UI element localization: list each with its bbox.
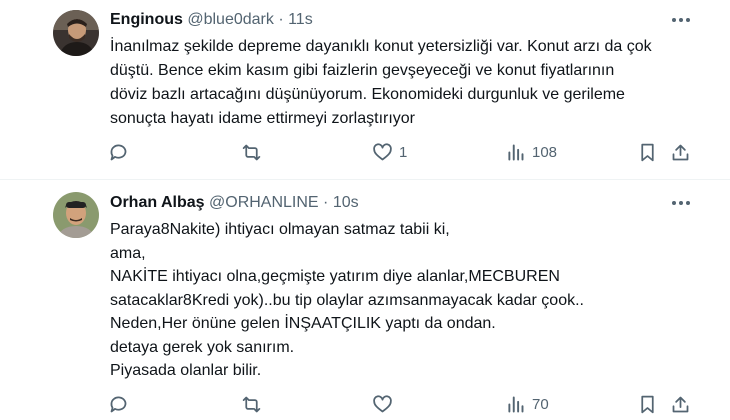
tweet-1[interactable]: Enginous @blue0dark · 11s İnanılmaz şeki…	[0, 0, 730, 178]
like-button[interactable]	[372, 392, 393, 416]
analytics-icon	[508, 396, 524, 412]
separator: ·	[278, 11, 284, 28]
share-icon	[672, 396, 689, 412]
avatar[interactable]	[53, 10, 99, 56]
reply-button[interactable]	[108, 392, 129, 416]
analytics-icon	[508, 144, 524, 160]
retweet-icon	[242, 144, 261, 160]
share-button[interactable]	[670, 140, 691, 164]
tweet-2[interactable]: Orhan Albaş @ORHANLINE · 10s Paraya8Naki…	[0, 180, 730, 420]
tweet-text: Paraya8Nakite) ihtiyacı olmayan satmaz t…	[110, 221, 584, 379]
more-icon	[672, 18, 690, 22]
timestamp[interactable]: 10s	[333, 194, 359, 211]
view-count: 108	[532, 143, 558, 161]
reply-icon	[110, 144, 127, 160]
reply-button[interactable]	[108, 140, 129, 164]
display-name[interactable]: Enginous	[110, 11, 183, 28]
avatar[interactable]	[53, 192, 99, 238]
bookmark-icon	[641, 143, 654, 161]
retweet-icon	[242, 396, 261, 412]
views-button[interactable]: 108	[505, 140, 557, 164]
user-handle[interactable]: @ORHANLINE	[209, 194, 319, 211]
share-icon	[672, 144, 689, 160]
display-name[interactable]: Orhan Albaş	[110, 194, 205, 211]
retweet-button[interactable]	[241, 392, 262, 416]
like-button[interactable]: 1	[372, 140, 407, 164]
tweet-actions: 70	[0, 392, 730, 416]
bookmark-button[interactable]	[637, 392, 658, 416]
bookmark-button[interactable]	[637, 140, 658, 164]
like-count: 1	[399, 143, 408, 161]
more-options-button[interactable]	[670, 193, 692, 213]
avatar-image	[53, 192, 99, 238]
avatar-image	[53, 10, 99, 56]
reply-icon	[110, 396, 127, 412]
tweet-text: İnanılmaz şekilde depreme dayanıklı konu…	[110, 38, 652, 127]
more-icon	[672, 201, 690, 205]
tweet-actions: 1 108	[0, 140, 730, 164]
heart-icon	[373, 395, 392, 412]
tweet-header: Enginous @blue0dark · 11s	[110, 11, 313, 29]
view-count: 70	[532, 395, 549, 413]
tweet-header: Orhan Albaş @ORHANLINE · 10s	[110, 194, 359, 212]
user-handle[interactable]: @blue0dark	[187, 11, 274, 28]
share-button[interactable]	[670, 392, 691, 416]
timestamp[interactable]: 11s	[288, 11, 313, 28]
bookmark-icon	[641, 395, 654, 413]
views-button[interactable]: 70	[505, 392, 549, 416]
retweet-button[interactable]	[241, 140, 262, 164]
more-options-button[interactable]	[670, 10, 692, 30]
heart-icon	[373, 143, 392, 160]
separator: ·	[323, 194, 329, 211]
